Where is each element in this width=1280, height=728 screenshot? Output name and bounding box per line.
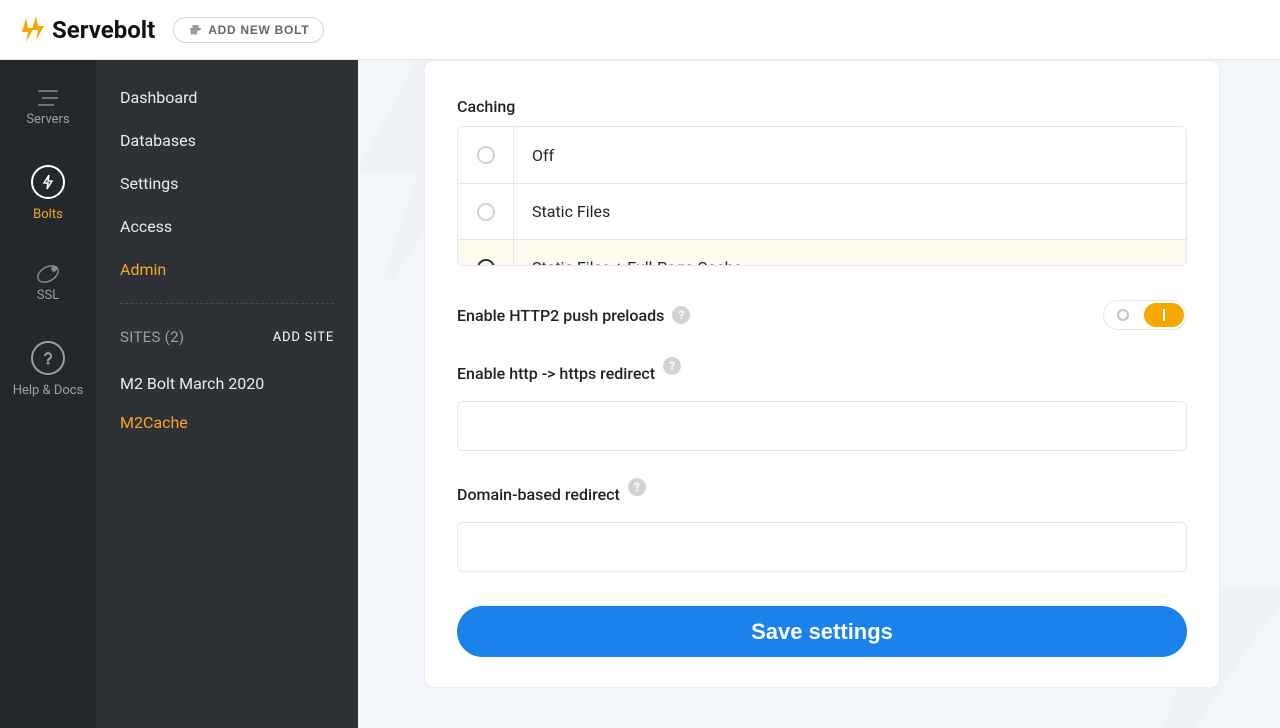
gear-icon: [188, 23, 202, 37]
domain-redirect-label: Domain-based redirect: [457, 485, 620, 504]
toggle-off-icon: [1112, 304, 1134, 326]
caching-label: Caching: [457, 97, 1187, 116]
rail-ssl-label: SSL: [37, 288, 59, 303]
radio-icon: [477, 146, 495, 164]
add-new-bolt-button[interactable]: ADD NEW BOLT: [173, 17, 324, 43]
help-icon[interactable]: ?: [663, 357, 681, 375]
nav-dashboard[interactable]: Dashboard: [120, 88, 334, 107]
save-settings-button[interactable]: Save settings: [457, 606, 1187, 657]
caching-full-label: Static Files + Full-Page Cache: [514, 240, 742, 266]
domain-redirect-input[interactable]: [457, 522, 1187, 572]
logo[interactable]: Servebolt: [20, 16, 155, 44]
https-redirect-input[interactable]: [457, 401, 1187, 451]
sites-header: SITES (2): [120, 328, 184, 346]
rail-item-help[interactable]: Help & Docs: [13, 341, 84, 398]
logo-icon: [20, 16, 44, 44]
caching-option-static[interactable]: Static Files: [458, 183, 1186, 239]
http2-toggle[interactable]: [1103, 300, 1187, 330]
settings-card: Caching Off Static Files Static Files + …: [424, 60, 1220, 688]
caching-static-label: Static Files: [514, 184, 610, 239]
nav-databases[interactable]: Databases: [120, 131, 334, 150]
rail-bolts-label: Bolts: [33, 207, 63, 222]
caching-off-label: Off: [514, 127, 554, 183]
radio-icon: [477, 203, 495, 221]
caching-option-full[interactable]: Static Files + Full-Page Cache: [458, 239, 1186, 266]
servers-icon: [34, 84, 62, 112]
help-icon[interactable]: ?: [628, 478, 646, 496]
help-icon: [40, 350, 56, 366]
site-item-1[interactable]: M2 Bolt March 2020: [120, 374, 334, 393]
site-item-2[interactable]: M2Cache: [120, 413, 334, 432]
ssl-icon: [34, 260, 62, 288]
rail-item-ssl[interactable]: SSL: [34, 260, 62, 303]
https-redirect-label: Enable http -> https redirect: [457, 364, 655, 383]
caching-option-off[interactable]: Off: [458, 127, 1186, 183]
nav-settings[interactable]: Settings: [120, 174, 334, 193]
nav-divider: [120, 303, 334, 304]
toggle-on-icon: [1144, 303, 1184, 327]
rail-servers-label: Servers: [26, 112, 69, 127]
brand-name: Servebolt: [52, 16, 155, 44]
nav-admin[interactable]: Admin: [120, 260, 334, 279]
rail-item-bolts[interactable]: Bolts: [31, 165, 65, 222]
rail-help-label: Help & Docs: [13, 383, 84, 398]
caching-radio-group: Off Static Files Static Files + Full-Pag…: [457, 126, 1187, 266]
help-icon[interactable]: ?: [672, 306, 690, 324]
radio-icon: [477, 259, 495, 267]
rail-item-servers[interactable]: Servers: [26, 84, 69, 127]
nav-access[interactable]: Access: [120, 217, 334, 236]
add-site-button[interactable]: ADD SITE: [273, 330, 334, 345]
bolts-icon: [40, 174, 56, 190]
http2-label: Enable HTTP2 push preloads: [457, 306, 664, 325]
add-new-bolt-label: ADD NEW BOLT: [208, 23, 309, 37]
